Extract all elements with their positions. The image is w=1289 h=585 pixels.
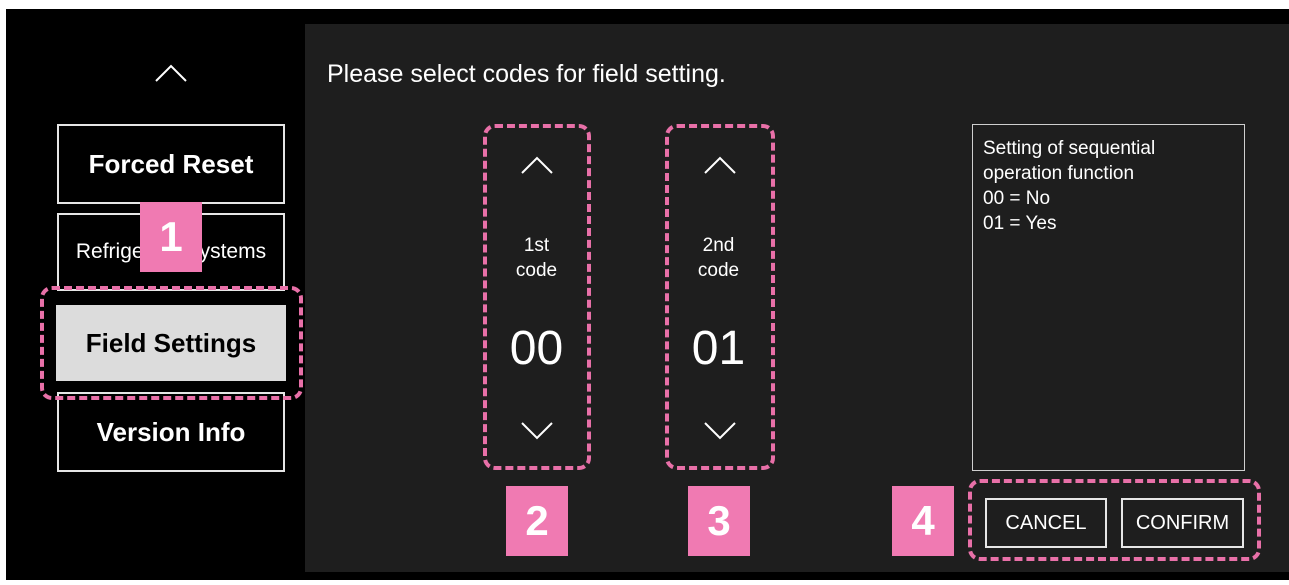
first-code-down-icon[interactable]	[516, 417, 558, 445]
sidebar-item-label: Version Info	[96, 416, 246, 447]
first-code-label-line1: 1st	[523, 235, 550, 256]
callout-badge-2: 2	[506, 486, 568, 556]
sidebar-item-field-settings[interactable]: Field Settings	[52, 301, 290, 385]
callout-number: 2	[525, 497, 549, 544]
second-code-down-icon[interactable]	[699, 417, 741, 445]
first-code-label: 1st code	[489, 233, 584, 283]
callout-badge-4: 4	[892, 486, 954, 556]
setting-description: Setting of sequential operation function…	[972, 124, 1245, 471]
sidebar	[6, 9, 304, 580]
callout-badge-1: 1	[140, 202, 202, 272]
second-code-up-icon[interactable]	[699, 151, 741, 179]
sidebar-item-label: Forced Reset	[88, 148, 254, 179]
first-code-picker: 1st code 00	[489, 129, 584, 463]
sidebar-item-forced-reset[interactable]: Forced Reset	[57, 124, 285, 204]
first-code-label-line2: code	[515, 260, 558, 281]
confirm-button-label: CONFIRM	[1135, 511, 1230, 534]
second-code-picker: 2nd code 01	[671, 129, 766, 463]
description-line: operation function	[983, 163, 1135, 184]
callout-number: 4	[911, 497, 935, 544]
second-code-label-line1: 2nd	[702, 235, 735, 256]
page-title: Please select codes for field setting.	[327, 60, 726, 88]
cancel-button[interactable]: CANCEL	[985, 498, 1107, 548]
description-line: Setting of sequential	[983, 138, 1156, 159]
second-code-value: 01	[691, 322, 746, 375]
second-code-label: 2nd code	[671, 233, 766, 283]
first-code-value: 00	[509, 322, 564, 375]
cancel-button-label: CANCEL	[1005, 511, 1087, 534]
callout-number: 1	[159, 213, 183, 260]
sidebar-item-label: Field Settings	[85, 327, 257, 358]
callout-badge-3: 3	[688, 486, 750, 556]
callout-number: 3	[707, 497, 731, 544]
description-line: 01 = Yes	[983, 213, 1057, 234]
description-line: 00 = No	[983, 188, 1051, 209]
sidebar-item-version-info[interactable]: Version Info	[57, 392, 285, 472]
first-code-up-icon[interactable]	[516, 151, 558, 179]
confirm-button[interactable]: CONFIRM	[1121, 498, 1244, 548]
second-code-label-line2: code	[697, 260, 740, 281]
sidebar-scroll-up-icon[interactable]	[150, 58, 192, 88]
